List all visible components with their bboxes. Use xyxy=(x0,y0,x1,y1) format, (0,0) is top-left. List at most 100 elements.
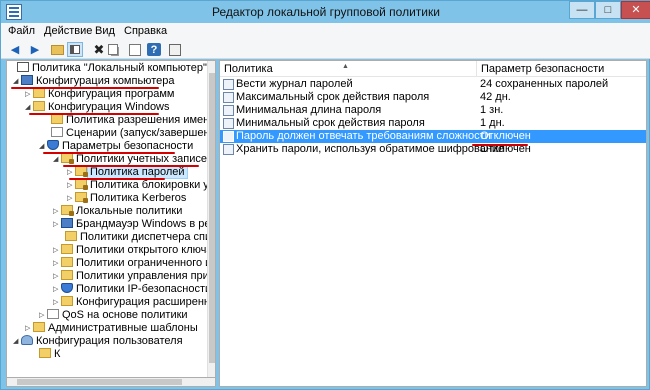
folder-icon xyxy=(61,296,73,306)
annotation-underline xyxy=(63,165,199,167)
folder-icon xyxy=(61,244,73,254)
tree-item-label: Параметры безопасности xyxy=(62,140,194,152)
folder-icon xyxy=(39,348,51,358)
table-row[interactable]: Вести журнал паролей 24 сохраненных паро… xyxy=(220,78,646,91)
tree-item-public-key-policies[interactable]: ▷ Политики открытого ключа xyxy=(53,244,212,257)
title-bar[interactable]: Редактор локальной групповой политики — … xyxy=(1,1,650,23)
tree-arrow[interactable]: ▷ xyxy=(53,257,61,270)
tree-item-kerberos-policy[interactable]: ▷ Политика Kerberos xyxy=(67,192,186,205)
tree-arrow[interactable]: ▷ xyxy=(25,322,33,335)
scrollbar-thumb[interactable] xyxy=(209,73,215,363)
tree-item-name-resolution[interactable]: Политика разрешения имен xyxy=(51,114,209,127)
tree-arrow[interactable]: ▷ xyxy=(53,283,61,296)
tree-arrow[interactable]: ◢ xyxy=(53,153,61,166)
up-folder-icon[interactable] xyxy=(49,42,65,57)
minimize-button[interactable]: — xyxy=(569,1,595,19)
tree-arrow[interactable]: ▷ xyxy=(25,88,33,101)
tree-item-label: Политики учетных записей xyxy=(76,153,214,165)
table-row-selected[interactable]: Пароль должен отвечать требованиям сложн… xyxy=(220,130,646,143)
column-header-security-setting[interactable]: Параметр безопасности xyxy=(481,63,604,75)
policy-name: Пароль должен отвечать требованиям сложн… xyxy=(236,130,491,142)
menu-view[interactable]: Вид xyxy=(95,25,115,37)
app-window: Редактор локальной групповой политики — … xyxy=(0,0,650,390)
tree-item-label: Конфигурация компьютера xyxy=(36,75,175,87)
tree-arrow[interactable]: ▷ xyxy=(53,218,61,231)
policy-icon xyxy=(17,62,29,72)
policy-value: 24 сохраненных паролей xyxy=(480,78,609,90)
computer-icon xyxy=(21,75,33,85)
policy-setting-icon xyxy=(223,118,234,129)
tree-arrow[interactable]: ▷ xyxy=(53,270,61,283)
tree-item-software-restriction[interactable]: ▷ Политики ограниченного исп xyxy=(53,257,215,270)
scrollbar-thumb[interactable] xyxy=(17,379,182,385)
column-divider[interactable] xyxy=(476,61,477,77)
column-header-policy[interactable]: Политика xyxy=(224,63,273,75)
back-arrow-icon[interactable]: ◀ xyxy=(7,42,23,57)
menu-help[interactable]: Справка xyxy=(124,25,167,37)
forward-arrow-icon[interactable]: ▶ xyxy=(27,42,43,57)
help-icon[interactable]: ? xyxy=(147,43,161,56)
tree-item-partial[interactable]: К xyxy=(39,348,60,361)
tree-item-label: Конфигурация программ xyxy=(48,88,175,100)
tree-item-local-policies[interactable]: ▷ Локальные политики xyxy=(53,205,182,218)
tree-arrow[interactable]: ▷ xyxy=(53,296,61,309)
tree-arrow[interactable]: ▷ xyxy=(39,309,47,322)
tree-item-scripts[interactable]: Сценарии (запуск/завершение) xyxy=(51,127,216,140)
tree-item-lockout-policy[interactable]: ▷ Политика блокировки уче xyxy=(67,179,215,192)
maximize-button[interactable]: □ xyxy=(595,1,621,19)
tree-item-label: Локальные политики xyxy=(76,205,183,217)
folder-icon xyxy=(33,322,45,332)
properties-icon[interactable] xyxy=(167,42,183,57)
tree-arrow[interactable]: ▷ xyxy=(67,192,75,205)
policy-name: Максимальный срок действия пароля xyxy=(236,91,430,103)
tree-item-label: Конфигурация расширенной xyxy=(76,296,216,308)
tree-item-software-settings[interactable]: ▷ Конфигурация программ xyxy=(25,88,174,101)
tree-horizontal-scrollbar[interactable] xyxy=(6,377,216,387)
tree-arrow[interactable]: ◢ xyxy=(13,335,21,348)
chart-icon xyxy=(47,309,59,319)
folder-lock-icon xyxy=(75,166,88,177)
policy-value: 42 дн. xyxy=(480,91,511,103)
table-row[interactable]: Минимальный срок действия пароля 1 дн. xyxy=(220,117,646,130)
tree-vertical-scrollbar[interactable] xyxy=(207,61,215,377)
annotation-underline xyxy=(43,152,175,154)
folder-icon xyxy=(61,270,73,280)
tree-item-admin-templates[interactable]: ▷ Административные шаблоны xyxy=(25,322,198,335)
table-row[interactable]: Минимальная длина пароля 1 зн. xyxy=(220,104,646,117)
policy-name: Минимальная длина пароля xyxy=(236,104,382,116)
toolbar: ◀ ▶ ✖ ? xyxy=(1,41,650,59)
tree-item-application-control[interactable]: ▷ Политики управления прилож xyxy=(53,270,215,283)
policy-name: Вести журнал паролей xyxy=(236,78,353,90)
export-list-icon[interactable] xyxy=(127,42,143,57)
tree-item-advanced-audit[interactable]: ▷ Конфигурация расширенной xyxy=(53,296,216,309)
tree-arrow[interactable]: ▷ xyxy=(53,244,61,257)
tree-item-local-computer-policy[interactable]: Политика "Локальный компьютер" xyxy=(9,62,207,75)
sort-ascending-icon: ▲ xyxy=(342,63,349,70)
tree-item-user-config[interactable]: ◢ Конфигурация пользователя xyxy=(13,335,183,348)
firewall-icon xyxy=(61,218,73,228)
tree-item-label: Сценарии (запуск/завершение) xyxy=(66,127,216,139)
annotation-underline xyxy=(69,178,165,180)
details-pane: Политика ▲ Параметр безопасности Вести ж… xyxy=(219,60,647,387)
tree-item-ip-security[interactable]: ▷ Политики IP-безопасности на xyxy=(53,283,215,296)
policy-value: 1 дн. xyxy=(480,117,505,129)
close-button[interactable]: ✕ xyxy=(621,1,650,19)
shield-icon xyxy=(47,140,59,150)
copy-icon[interactable] xyxy=(105,42,121,57)
console-tree[interactable]: Политика "Локальный компьютер" ◢ Конфигур… xyxy=(6,60,216,378)
table-row[interactable]: Хранить пароли, используя обратимое шифр… xyxy=(220,143,646,156)
tree-item-network-list-manager[interactable]: Политики диспетчера списка xyxy=(65,231,215,244)
tree-arrow[interactable]: ▷ xyxy=(67,179,75,192)
table-header: Политика ▲ Параметр безопасности xyxy=(220,61,646,77)
menu-action[interactable]: Действие xyxy=(44,25,92,37)
script-icon xyxy=(51,127,63,137)
tree-item-windows-firewall[interactable]: ▷ Брандмауэр Windows в реж xyxy=(53,218,215,231)
annotation-underline xyxy=(29,113,159,115)
tree-item-qos[interactable]: ▷ QoS на основе политики xyxy=(39,309,188,322)
table-row[interactable]: Максимальный срок действия пароля 42 дн. xyxy=(220,91,646,104)
show-hide-tree-icon[interactable] xyxy=(67,42,83,57)
tree-arrow[interactable]: ▷ xyxy=(53,205,61,218)
user-icon xyxy=(21,335,33,345)
folder-lock-icon xyxy=(75,179,88,190)
menu-file[interactable]: Файл xyxy=(8,25,35,37)
